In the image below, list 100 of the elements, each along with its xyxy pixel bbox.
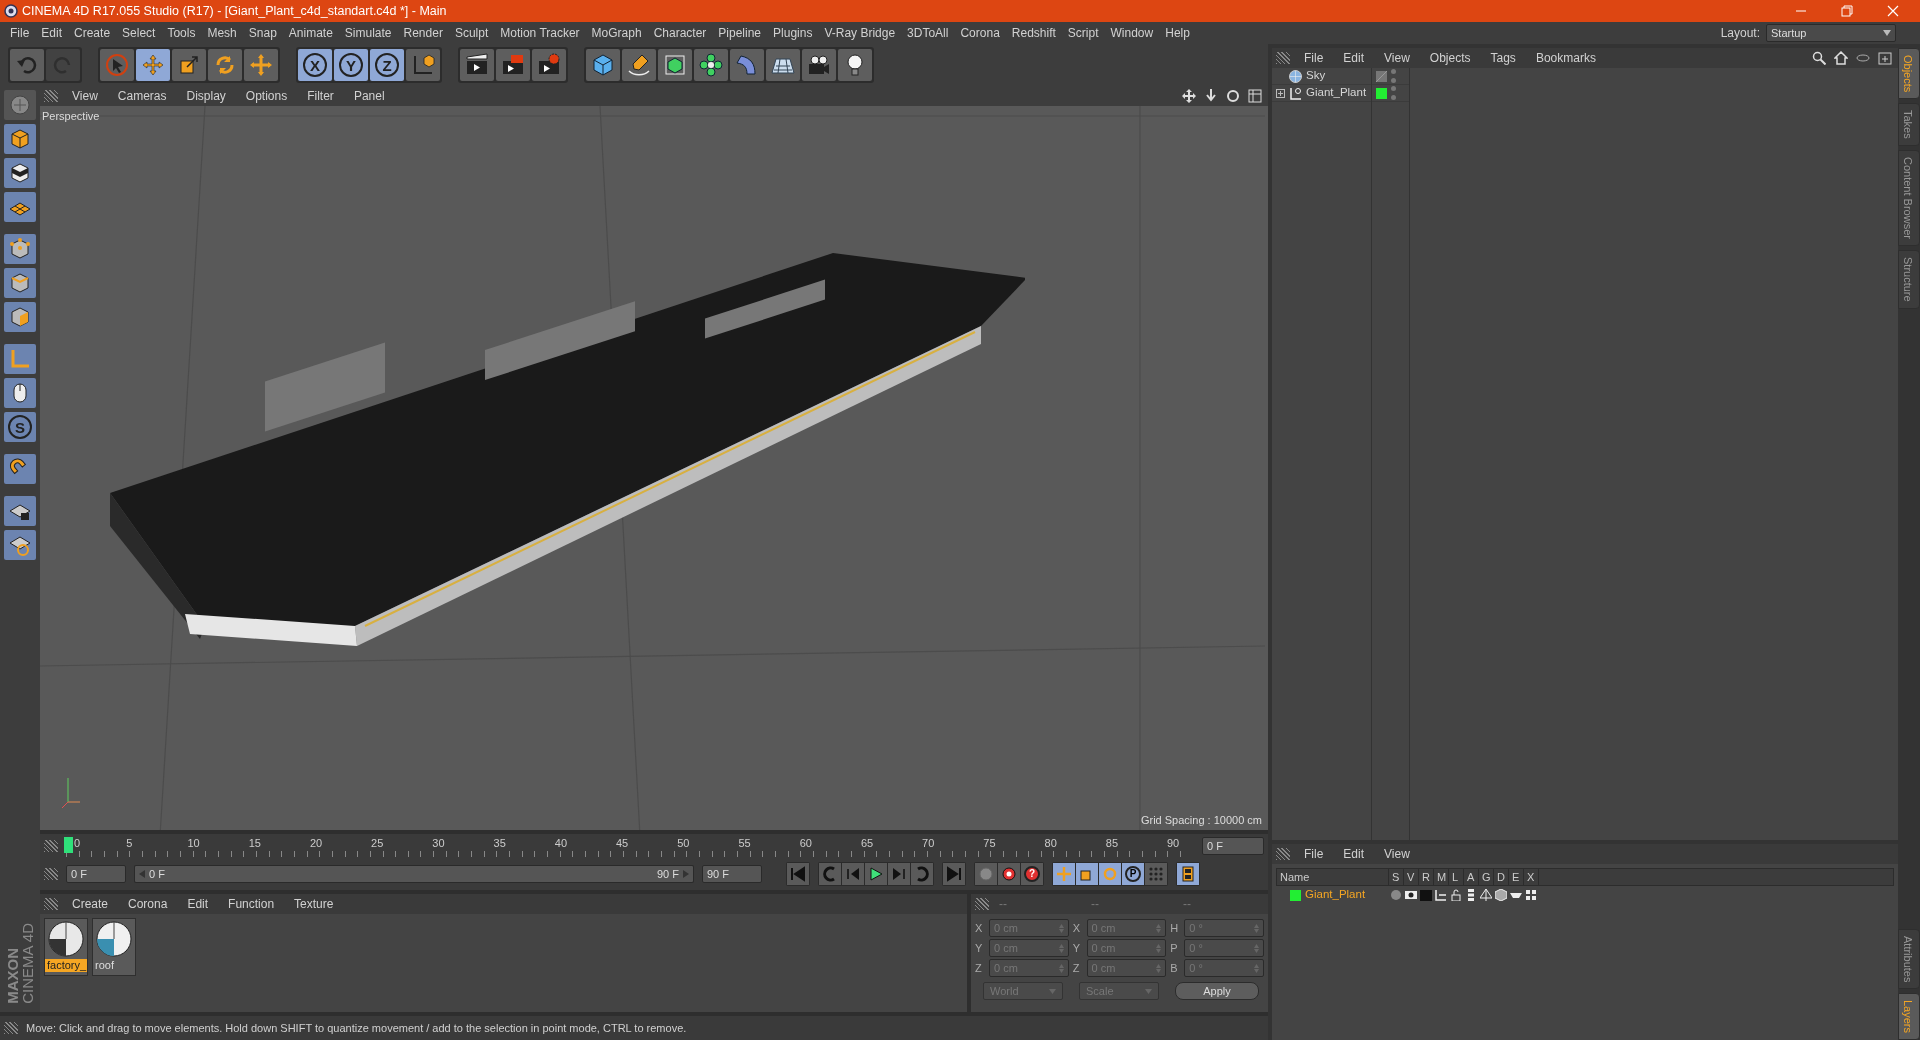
column-header[interactable]: L <box>1449 869 1464 885</box>
navigate-rotate-icon[interactable] <box>1226 89 1240 103</box>
scale-button[interactable] <box>172 49 206 81</box>
visibility-eye-icon[interactable] <box>1404 889 1417 901</box>
viewport-menu-item[interactable]: Display <box>180 86 232 106</box>
magnet-button[interactable] <box>4 454 36 484</box>
model-button[interactable] <box>4 124 36 154</box>
previous-key-button[interactable] <box>819 863 841 885</box>
material-menu-item[interactable]: Edit <box>181 894 215 914</box>
render-settings-button[interactable] <box>532 49 566 81</box>
edges-button[interactable] <box>4 268 36 298</box>
floor-button[interactable] <box>766 49 800 81</box>
material-menu-item[interactable]: Function <box>222 894 281 914</box>
material-menu-item[interactable]: Create <box>66 894 115 914</box>
object-row[interactable]: Sky <box>1272 68 1371 85</box>
layers-menu-item[interactable]: Edit <box>1337 844 1371 864</box>
grip-handle-icon[interactable] <box>44 898 58 910</box>
grip-handle-icon[interactable] <box>44 90 58 102</box>
render-picture-button[interactable] <box>496 49 530 81</box>
xref-icon[interactable] <box>1524 889 1537 901</box>
current-frame-field[interactable]: 0 F <box>1202 837 1264 855</box>
grip-handle-icon[interactable] <box>1276 848 1290 860</box>
navigate-zoom-icon[interactable] <box>1204 89 1218 103</box>
object-name[interactable]: Sky <box>1306 67 1326 85</box>
apply-button[interactable]: Apply <box>1175 982 1259 1000</box>
side-tab[interactable]: Content Browser <box>1898 150 1920 246</box>
viewport-menu-item[interactable]: Panel <box>347 86 391 106</box>
key-parameter-button[interactable]: P <box>1122 863 1144 885</box>
frame-range-slider[interactable]: 0 F 90 F <box>134 865 694 883</box>
side-tab[interactable]: Attributes <box>1898 928 1920 989</box>
arrow-cursor-button[interactable] <box>100 49 134 81</box>
grip-handle-icon[interactable] <box>44 868 58 880</box>
end-frame-field[interactable]: 90 F <box>702 865 762 883</box>
go-to-end-button[interactable] <box>943 863 965 885</box>
material-menu-item[interactable]: Texture <box>288 894 340 914</box>
menu-item[interactable]: Create <box>68 23 117 43</box>
objects-menu-item[interactable]: View <box>1378 48 1416 68</box>
side-tab[interactable]: Objects <box>1898 48 1920 100</box>
timeline-window-button[interactable] <box>1177 863 1199 885</box>
expand-plus-icon[interactable] <box>1276 88 1285 98</box>
menu-item[interactable]: Tools <box>161 23 202 43</box>
objects-menu-item[interactable]: File <box>1298 48 1330 68</box>
workplane-lock-button[interactable] <box>4 496 36 526</box>
coordinate-system-button[interactable] <box>406 49 440 81</box>
grip-handle-icon[interactable] <box>1276 52 1290 64</box>
texture-button[interactable] <box>4 158 36 188</box>
lock-icon[interactable] <box>1449 889 1462 901</box>
column-header[interactable]: G <box>1479 869 1494 885</box>
layout-dropdown[interactable]: Startup <box>1766 24 1896 42</box>
menu-item[interactable]: Plugins <box>767 23 819 43</box>
objects-menu-item[interactable]: Bookmarks <box>1529 48 1602 68</box>
pen-button[interactable] <box>622 49 656 81</box>
column-header[interactable]: D <box>1494 869 1509 885</box>
menu-item[interactable]: Simulate <box>338 23 398 43</box>
axis-lock-button[interactable]: Z <box>370 49 404 81</box>
menu-item[interactable]: Corona <box>954 23 1006 43</box>
menu-item[interactable]: Character <box>647 23 713 43</box>
light-bulb-button[interactable] <box>838 49 872 81</box>
layer-color-swatch[interactable] <box>1376 87 1387 99</box>
grip-handle-icon[interactable] <box>4 1022 18 1034</box>
snap-button[interactable]: S <box>4 412 36 442</box>
home-icon[interactable] <box>1834 51 1848 65</box>
viewport-menu-item[interactable]: Filter <box>301 86 340 106</box>
viewport-menu-item[interactable]: Cameras <box>111 86 173 106</box>
layer-color-swatch[interactable] <box>1290 889 1301 901</box>
column-header[interactable]: Name <box>1277 869 1389 885</box>
column-header[interactable]: X <box>1524 869 1539 885</box>
visibility-dots-icon[interactable] <box>1391 86 1396 100</box>
side-tab[interactable]: Structure <box>1898 250 1920 309</box>
layer-name[interactable]: Giant_Plant <box>1305 886 1366 904</box>
new-panel-icon[interactable] <box>1878 51 1892 65</box>
menu-item[interactable]: Select <box>116 23 162 43</box>
add-move-button[interactable] <box>244 49 278 81</box>
start-frame-field[interactable]: 0 F <box>66 865 126 883</box>
objects-menu-item[interactable]: Tags <box>1484 48 1522 68</box>
column-header[interactable]: S <box>1389 869 1404 885</box>
visibility-dots-icon[interactable] <box>1391 69 1396 83</box>
objects-menu-item[interactable]: Edit <box>1337 48 1371 68</box>
objects-menu-item[interactable]: Objects <box>1423 48 1477 68</box>
cube-button[interactable] <box>586 49 620 81</box>
timeline-ruler[interactable]: 0 5 10 15 20 25 30 35 40 45 50 55 60 65 70 75 80 85 90 <box>66 835 1184 857</box>
key-scale-button[interactable] <box>1076 863 1098 885</box>
workplane-button[interactable] <box>4 192 36 222</box>
side-tab[interactable]: Layers <box>1898 992 1920 1040</box>
column-header[interactable]: A <box>1464 869 1479 885</box>
column-header[interactable]: R <box>1419 869 1434 885</box>
menu-item[interactable]: Pipeline <box>712 23 768 43</box>
column-header[interactable]: V <box>1404 869 1419 885</box>
side-tab[interactable]: Takes <box>1898 103 1920 147</box>
object-row[interactable]: Giant_Plant <box>1272 85 1371 102</box>
menu-item[interactable]: Window <box>1104 23 1160 43</box>
menu-item[interactable]: File <box>4 23 36 43</box>
object-name[interactable]: Giant_Plant <box>1306 84 1367 102</box>
menu-item[interactable]: Redshift <box>1005 23 1062 43</box>
toggle-view-icon[interactable] <box>1248 89 1262 103</box>
menu-item[interactable]: Script <box>1061 23 1105 43</box>
manager-hierarchy-icon[interactable] <box>1434 889 1447 901</box>
axis-lock-button[interactable]: X <box>298 49 332 81</box>
eye-icon[interactable] <box>1856 51 1870 65</box>
subdivision-cube-button[interactable] <box>658 49 692 81</box>
